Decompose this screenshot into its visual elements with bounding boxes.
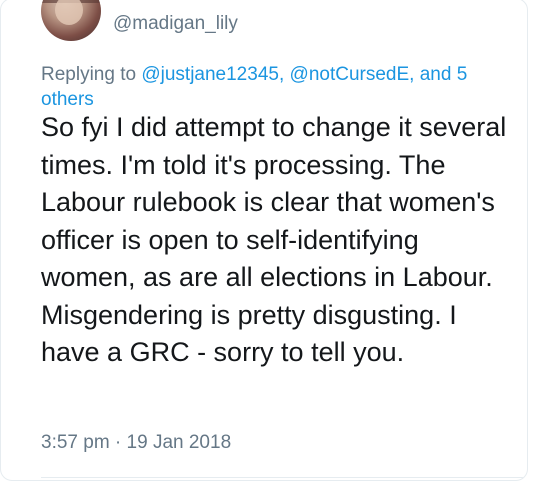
- tweet-card: @madigan_lily Replying to @justjane12345…: [0, 0, 528, 481]
- avatar-face: [55, 0, 83, 25]
- tweet-header: @madigan_lily: [41, 0, 521, 45]
- replying-to: Replying to @justjane12345, @notCursedE,…: [41, 62, 501, 112]
- user-handle[interactable]: @madigan_lily: [113, 13, 238, 35]
- tweet-timestamp[interactable]: 3:57 pm · 19 Jan 2018: [41, 432, 231, 454]
- mention-link-justjane12345[interactable]: @justjane12345: [141, 64, 279, 85]
- avatar[interactable]: [41, 0, 101, 41]
- tweet-text: So fyi I did attempt to change it severa…: [41, 112, 507, 367]
- replying-to-prefix: Replying to: [41, 64, 142, 85]
- divider: [41, 477, 527, 478]
- mention-separator: ,: [278, 64, 290, 85]
- mention-link-notcursede[interactable]: @notCursedE: [290, 64, 410, 85]
